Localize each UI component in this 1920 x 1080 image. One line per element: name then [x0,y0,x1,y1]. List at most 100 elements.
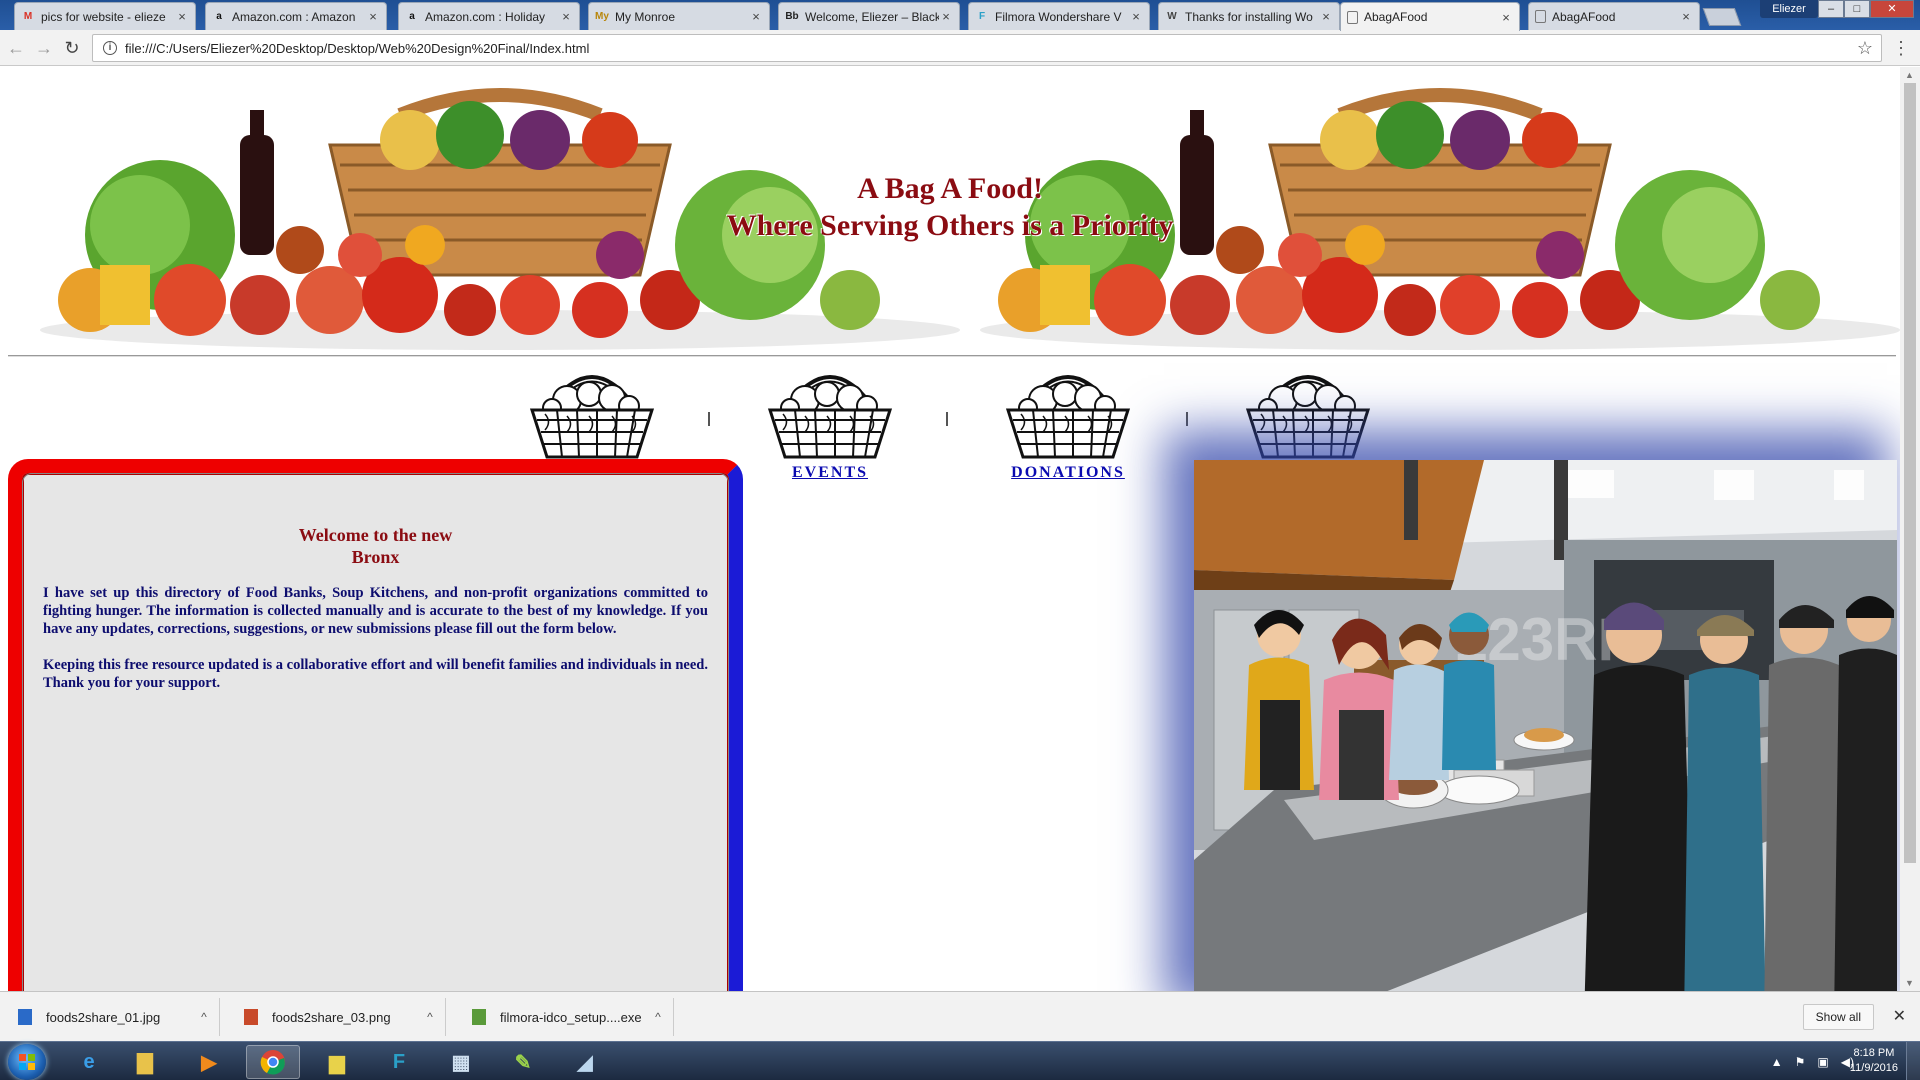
bookmark-star-icon[interactable]: ☆ [1857,38,1873,59]
nav-link-donations[interactable]: DONATIONS [988,464,1148,482]
tab-close-icon[interactable]: × [1319,9,1333,24]
wondershare-icon: W [1167,11,1177,22]
page-viewport: A Bag A Food! Where Serving Others is a … [0,67,1900,991]
folder-icon[interactable]: ▆ [310,1045,364,1079]
tab-7[interactable]: W Thanks for installing Wo × [1158,2,1340,30]
control-panel-icon[interactable]: ▦ [434,1045,488,1079]
welcome-heading-line1: Welcome to the new [298,525,453,545]
chevron-up-icon[interactable]: ^ [189,1010,219,1024]
tab-title[interactable]: Welcome, Eliezer – Black [805,10,939,24]
basket-icon[interactable] [988,362,1148,462]
scroll-down-arrow-icon[interactable]: ▼ [1905,978,1914,988]
site-title: A Bag A Food! [857,172,1043,205]
tab-close-icon[interactable]: × [559,9,573,24]
download-filename[interactable]: foods2share_03.png [272,1010,415,1025]
filmora-icon: F [978,11,986,22]
show-all-button[interactable]: Show all [1802,1004,1874,1030]
download-item[interactable]: filmora-idco_setup....exe ^ [454,998,674,1036]
new-tab-button[interactable] [1702,8,1742,26]
download-filename[interactable]: foods2share_01.jpg [46,1010,189,1025]
file-explorer-icon[interactable]: ▇ [118,1045,172,1079]
amazon-icon: a [216,11,222,22]
media-player-icon[interactable]: ▶ [182,1045,236,1079]
taskbar: e ▇ ▶ ▆ F ▦ ✎ ◢ ▲ ⚑ ▣ ◀) 8:18 PM 11/9/20… [0,1041,1920,1080]
tab-title[interactable]: Amazon.com : Holiday [425,10,559,24]
clock-date: 11/9/2016 [1849,1062,1898,1074]
back-arrow-icon[interactable]: ← [6,38,26,58]
tab-2[interactable]: a Amazon.com : Amazon × [205,2,387,30]
page-scrollbar[interactable]: ▲ ▼ [1900,67,1920,991]
paint-icon[interactable]: ◢ [558,1045,612,1079]
internet-explorer-icon[interactable]: e [62,1045,116,1079]
tab-1[interactable]: Mpics for website - elieze × [14,2,196,30]
tab-3[interactable]: a Amazon.com : Holiday × [398,2,580,30]
menu-icon[interactable]: ⋮ [1892,38,1910,59]
chrome-icon[interactable] [246,1045,300,1079]
nav-item-donations[interactable]: DONATIONS [988,362,1148,482]
basket-icon[interactable] [512,362,672,462]
tab-title[interactable]: Filmora Wondershare V [995,10,1129,24]
download-item[interactable]: foods2share_03.png ^ [226,998,446,1036]
tab-title[interactable]: AbagAFood [1552,10,1679,24]
filmora-icon[interactable]: F [372,1045,426,1079]
download-filename[interactable]: filmora-idco_setup....exe [500,1010,643,1025]
notepad-icon[interactable]: ✎ [496,1045,550,1079]
address-bar[interactable]: i file:///C:/Users/Eliezer%20Desktop/Des… [92,34,1882,62]
tab-title[interactable]: My Monroe [615,10,749,24]
close-icon[interactable]: ✕ [1893,1006,1906,1026]
basket-icon[interactable] [750,362,910,462]
close-window-button[interactable]: ✕ [1870,0,1914,18]
welcome-content: Welcome to the new Bronx I have set up t… [22,473,729,991]
page-icon [1535,10,1546,23]
download-item[interactable]: foods2share_01.jpg ^ [0,998,220,1036]
nav-item-events[interactable]: EVENTS [750,362,910,482]
show-desktop-button[interactable] [1906,1042,1920,1080]
profile-badge[interactable]: Eliezer [1760,0,1818,18]
tab-4[interactable]: My My Monroe × [588,2,770,30]
page-icon [1347,10,1358,24]
tab-title[interactable]: AbagAFood [1364,10,1499,24]
clock[interactable]: 8:18 PM 11/9/2016 [1850,1046,1898,1076]
forward-arrow-icon[interactable]: → [34,38,54,58]
minimize-button[interactable]: – [1818,0,1844,18]
tray-expand-icon[interactable]: ▲ [1771,1055,1783,1069]
soup-kitchen-image: 123RF [1194,460,1897,991]
scroll-thumb[interactable] [1904,83,1916,863]
tab-title[interactable]: Amazon.com : Amazon [232,10,366,24]
system-tray: ▲ ⚑ ▣ ◀) [1765,1042,1860,1080]
tab-close-icon[interactable]: × [939,9,953,24]
gmail-icon: M [23,11,33,22]
info-icon[interactable]: i [103,41,117,55]
tab-6[interactable]: F Filmora Wondershare V × [968,2,1150,30]
amazon-icon: a [409,11,415,22]
chevron-up-icon[interactable]: ^ [415,1010,445,1024]
tab-close-icon[interactable]: × [749,9,763,24]
chevron-up-icon[interactable]: ^ [643,1010,673,1024]
welcome-heading: Welcome to the new Bronx [43,524,708,568]
scroll-up-arrow-icon[interactable]: ▲ [1905,70,1914,80]
tab-title[interactable]: Thanks for installing Wo [1185,10,1319,24]
tab-close-icon[interactable]: × [366,9,380,24]
reload-icon[interactable]: ↻ [62,38,82,58]
tab-5[interactable]: Bb Welcome, Eliezer – Black × [778,2,960,30]
tab-close-icon[interactable]: × [175,9,189,24]
basket-icon[interactable] [1228,362,1388,462]
file-icon [244,1009,258,1025]
maximize-button[interactable]: □ [1844,0,1870,18]
file-icon [472,1009,486,1025]
flag-icon[interactable]: ⚑ [1795,1055,1806,1069]
browser-toolbar: ← → ↻ i file:///C:/Users/Eliezer%20Deskt… [0,30,1920,66]
url-text[interactable]: file:///C:/Users/Eliezer%20Desktop/Deskt… [125,41,589,56]
soup-kitchen-illustration: 123RF [1194,460,1897,991]
tab-close-icon[interactable]: × [1129,9,1143,24]
tab-close-icon[interactable]: × [1679,9,1693,24]
network-icon[interactable]: ▣ [1817,1055,1828,1069]
nav-separator [1186,412,1188,426]
tab-close-icon[interactable]: × [1499,10,1513,25]
tab-8[interactable]: AbagAFood × [1340,2,1520,31]
nav-separator [946,412,948,426]
tab-title[interactable]: pics for website - elieze [41,10,175,24]
nav-link-events[interactable]: EVENTS [750,464,910,482]
tab-9[interactable]: AbagAFood × [1528,2,1700,30]
start-button[interactable] [8,1044,46,1080]
